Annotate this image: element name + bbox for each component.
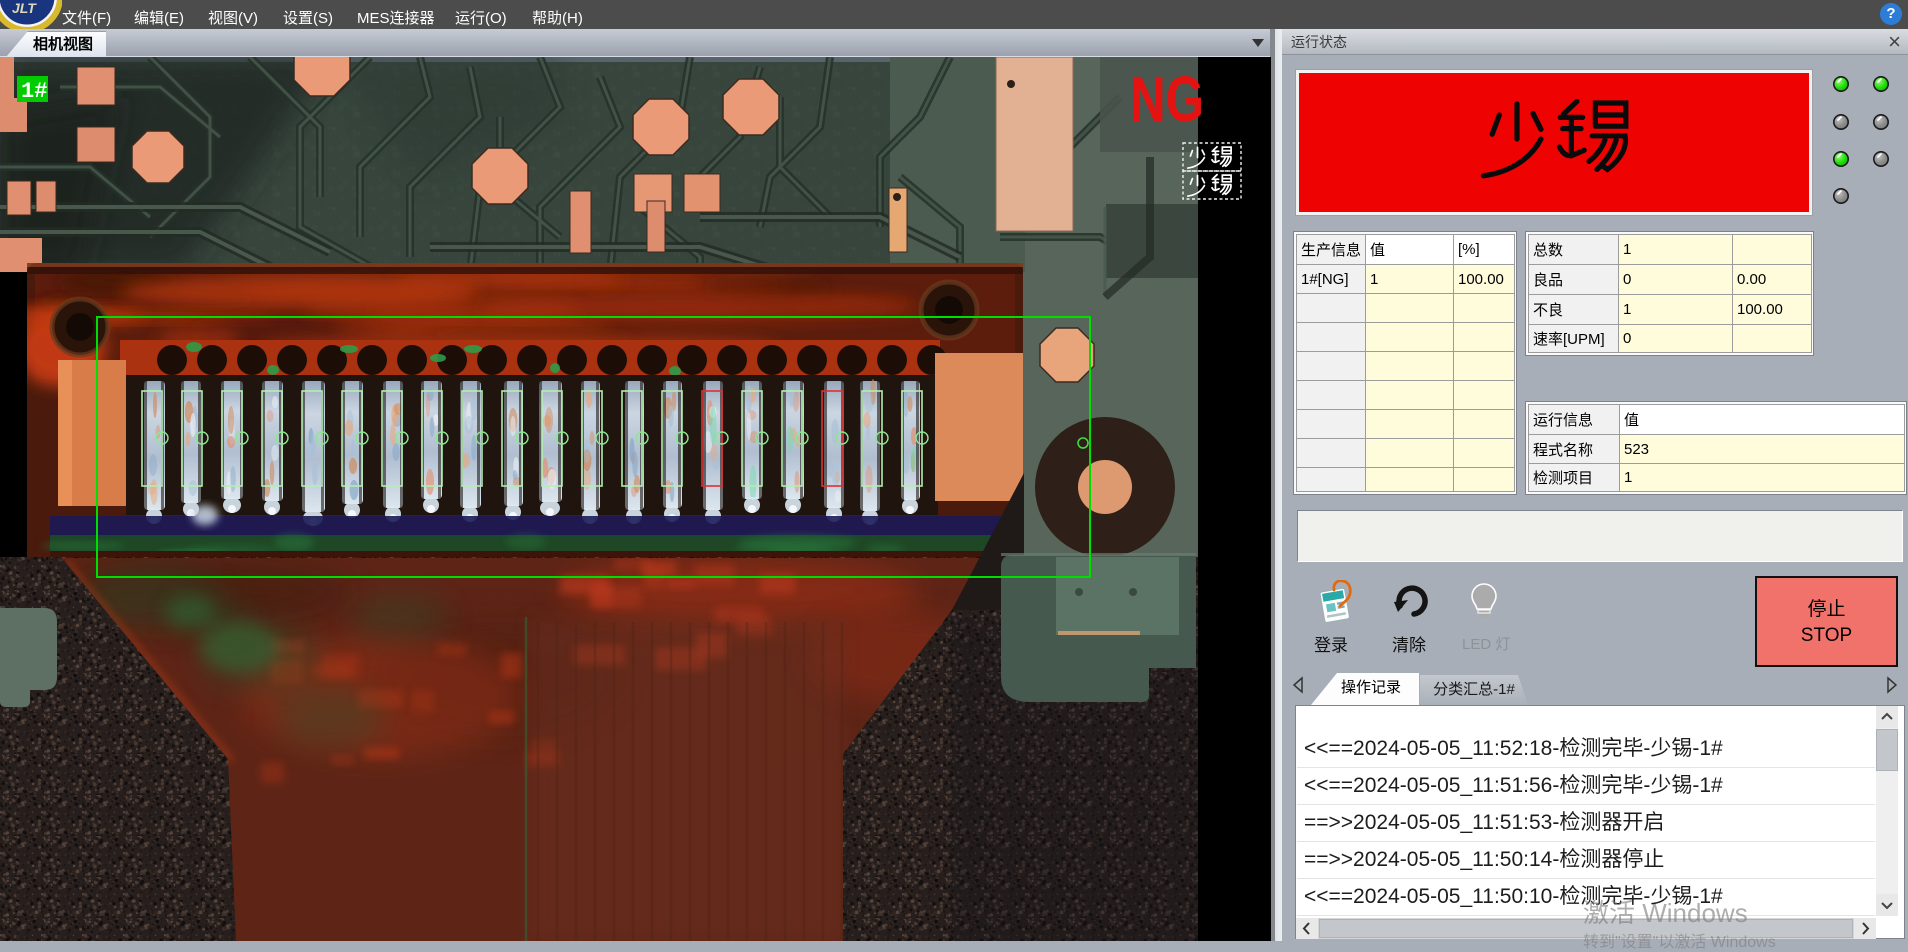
svg-text:1#: 1# xyxy=(21,79,47,104)
svg-text:NG: NG xyxy=(1130,63,1204,135)
svg-text:JLT: JLT xyxy=(12,0,37,16)
